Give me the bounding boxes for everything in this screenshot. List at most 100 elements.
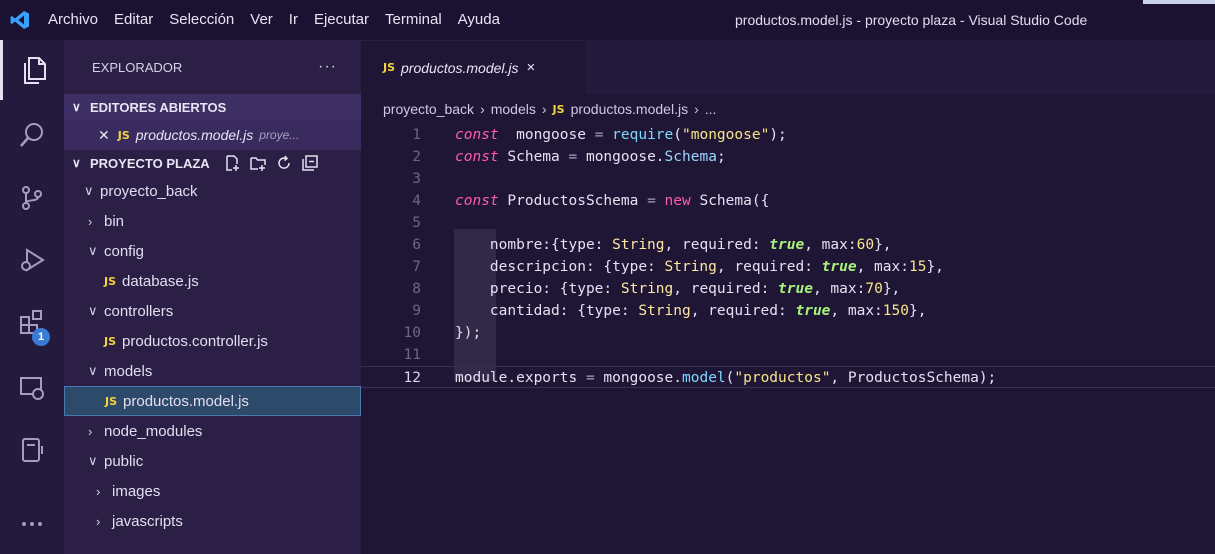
run-debug-icon[interactable]	[0, 230, 64, 290]
close-icon[interactable]: ✕	[98, 127, 110, 144]
js-file-icon: JS	[104, 274, 117, 288]
code-text: const mongoose = require("mongoose");	[455, 127, 787, 143]
code-text: nombre:{type: String, required: true, ma…	[455, 237, 892, 253]
tree-item-label: models	[104, 362, 153, 380]
search-icon[interactable]	[0, 105, 64, 165]
chevron-down-icon: ∨	[72, 100, 81, 114]
menu-editar[interactable]: Editar	[106, 0, 161, 40]
chevron-down-icon: ∨	[88, 303, 98, 318]
tree-item-productos-controller-js[interactable]: JS productos.controller.js	[64, 326, 361, 356]
code-line[interactable]: 6 nombre:{type: String, required: true, …	[361, 234, 1215, 256]
new-file-icon[interactable]	[224, 155, 240, 171]
tree-item-config[interactable]: ∨ config	[64, 236, 361, 266]
explorer-icon[interactable]	[0, 40, 64, 100]
code-text: const ProductosSchema = new Schema({	[455, 193, 770, 209]
tree-item-models[interactable]: ∨ models	[64, 356, 361, 386]
line-number: 5	[412, 215, 421, 231]
line-number: 7	[412, 259, 421, 275]
window-title: productos.model.js - proyecto plaza - Vi…	[735, 12, 1088, 28]
tab-bar: JS productos.model.js ×	[361, 40, 1215, 94]
breadcrumb-item[interactable]: models	[491, 101, 536, 117]
menu-terminal[interactable]: Terminal	[377, 0, 450, 40]
open-editor-dir: proye...	[259, 128, 300, 142]
code-line[interactable]: 9 cantidad: {type: String, required: tru…	[361, 300, 1215, 322]
tree-item-label: bin	[104, 212, 125, 230]
breadcrumb-item[interactable]: productos.model.js	[571, 101, 689, 117]
tree-item-database-js[interactable]: JS database.js	[64, 266, 361, 296]
tree-item-label: node_modules	[104, 422, 203, 440]
tree-item-productos-model-js[interactable]: JS productos.model.js	[64, 386, 361, 416]
js-file-icon: JS	[552, 102, 565, 116]
line-number: 10	[403, 325, 421, 341]
collapse-all-icon[interactable]	[301, 155, 318, 171]
sidebar-header: EXPLORADOR ···	[64, 40, 361, 94]
code-line[interactable]: 2 const Schema = mongoose.Schema;	[361, 146, 1215, 168]
tree-item-javascripts[interactable]: › javascripts	[64, 506, 361, 536]
chevron-down-icon: ∨	[88, 243, 98, 258]
source-control-icon[interactable]	[0, 168, 64, 228]
file-tree: ∨ proyecto_back › bin ∨ config JS database.js ∨ c…	[64, 176, 361, 536]
line-number: 4	[412, 193, 421, 209]
code-text: descripcion: {type: String, required: tr…	[455, 259, 944, 275]
explorer-more-button[interactable]: ···	[318, 58, 337, 76]
tree-item-bin[interactable]: › bin	[64, 206, 361, 236]
chevron-down-icon: ∨	[72, 156, 81, 170]
code-line[interactable]: 12 module.exports = mongoose.model("produ…	[361, 366, 1215, 388]
menu-ir[interactable]: Ir	[281, 0, 306, 40]
js-file-icon: JS	[117, 128, 130, 142]
tree-item-images[interactable]: › images	[64, 476, 361, 506]
code-line[interactable]: 4 const ProductosSchema = new Schema({	[361, 190, 1215, 212]
tree-item-label: productos.controller.js	[122, 332, 268, 350]
explorer-title: EXPLORADOR	[92, 59, 183, 75]
breadcrumb-item[interactable]: ...	[705, 101, 717, 117]
chevron-right-icon: ›	[88, 213, 93, 229]
open-editor-item[interactable]: ✕ JS productos.model.js proye...	[64, 120, 361, 150]
chevron-down-icon: ∨	[88, 453, 98, 468]
menu-ejecutar[interactable]: Ejecutar	[306, 0, 377, 40]
chevron-down-icon: ∨	[88, 363, 98, 378]
line-number: 12	[403, 370, 421, 386]
code-text: precio: {type: String, required: true, m…	[455, 281, 901, 297]
code-line[interactable]: 7 descripcion: {type: String, required: …	[361, 256, 1215, 278]
open-editors-section[interactable]: ∨ EDITORES ABIERTOS	[64, 94, 361, 120]
tree-item-label: config	[104, 242, 145, 260]
chevron-right-icon: ›	[88, 423, 93, 439]
tree-item-label: productos.model.js	[123, 392, 249, 410]
code-line[interactable]: 1 const mongoose = require("mongoose");	[361, 124, 1215, 146]
chevron-down-icon: ∨	[84, 183, 94, 198]
refresh-icon[interactable]	[276, 155, 292, 171]
tree-item-node-modules[interactable]: › node_modules	[64, 416, 361, 446]
more-icon[interactable]	[0, 494, 64, 554]
menu-seleccion[interactable]: Selección	[161, 0, 242, 40]
project-section[interactable]: ∨ PROYECTO PLAZA	[64, 150, 361, 176]
chevron-right-icon: ›	[480, 101, 485, 117]
open-editor-filename: productos.model.js	[135, 127, 254, 143]
activity-bar: 1	[0, 40, 64, 554]
code-line[interactable]: 8 precio: {type: String, required: true,…	[361, 278, 1215, 300]
breadcrumb-item[interactable]: proyecto_back	[383, 101, 474, 117]
code-line[interactable]: 5	[361, 212, 1215, 234]
extensions-icon[interactable]: 1	[0, 292, 64, 352]
menu-ayuda[interactable]: Ayuda	[450, 0, 508, 40]
tree-item-label: javascripts	[112, 512, 183, 530]
tree-item-label: proyecto_back	[100, 182, 198, 200]
tab-productos-model[interactable]: JS productos.model.js ×	[361, 40, 586, 94]
extensions-badge: 1	[32, 328, 50, 346]
code-line[interactable]: 10});	[361, 322, 1215, 344]
chevron-right-icon: ›	[96, 483, 101, 499]
menu-archivo[interactable]: Archivo	[40, 0, 106, 40]
tree-item-label: public	[104, 452, 144, 470]
notebook-icon[interactable]	[0, 420, 64, 480]
tree-item-public[interactable]: ∨ public	[64, 446, 361, 476]
code-text: });	[455, 325, 482, 341]
tab-close-icon[interactable]: ×	[527, 59, 536, 76]
tree-item-controllers[interactable]: ∨ controllers	[64, 296, 361, 326]
code-line[interactable]: 3	[361, 168, 1215, 190]
tree-item-proyecto-back[interactable]: ∨ proyecto_back	[64, 176, 361, 206]
new-folder-icon[interactable]	[249, 155, 266, 171]
remote-explorer-icon[interactable]	[0, 358, 64, 418]
line-number: 2	[412, 149, 421, 165]
code-line[interactable]: 11	[361, 344, 1215, 366]
menu-ver[interactable]: Ver	[242, 0, 281, 40]
code-text: module.exports = mongoose.model("product…	[455, 370, 997, 386]
